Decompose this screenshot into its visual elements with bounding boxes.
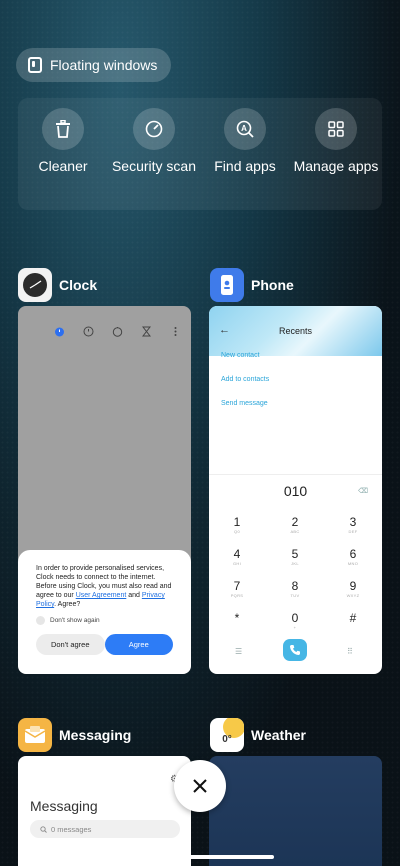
dont-show-again-label: Don't show again <box>50 617 100 624</box>
dont-agree-button[interactable]: Don't agree <box>36 634 105 655</box>
svg-text:A: A <box>241 124 247 133</box>
add-to-contacts-link[interactable]: Add to contacts <box>221 376 269 383</box>
weather-app-icon: 0° <box>210 718 244 752</box>
dial-key-5[interactable]: 5 JKL <box>275 547 315 566</box>
menu-lines-icon[interactable]: ☰ <box>235 647 242 656</box>
phone-app-icon <box>210 268 244 302</box>
send-message-link[interactable]: Send message <box>221 400 268 407</box>
manage-apps-label: Manage apps <box>293 158 379 174</box>
weather-app-preview[interactable] <box>209 756 382 866</box>
dial-key-7[interactable]: 7 PQRS <box>217 579 257 598</box>
trash-icon <box>42 108 84 150</box>
messaging-card-title: Messaging <box>59 727 132 743</box>
find-apps-label: Find apps <box>214 158 276 174</box>
dialed-number: 010 <box>283 483 308 499</box>
security-scan-label: Security scan <box>111 158 197 174</box>
grid-icon <box>315 108 357 150</box>
dialog-message: In order to provide personalised service… <box>36 565 172 608</box>
dialpad-grid-icon[interactable]: ⠿ <box>347 647 353 656</box>
dont-show-again-checkbox[interactable] <box>36 616 45 625</box>
messaging-card-header[interactable]: Messaging <box>18 718 131 752</box>
dial-key-4[interactable]: 4 GHI <box>217 547 257 566</box>
clock-card-title: Clock <box>59 277 98 293</box>
dial-key-star[interactable]: * <box>217 611 257 625</box>
alarm-tab-icon[interactable] <box>52 324 66 338</box>
security-scan-button[interactable]: Security scan <box>109 108 199 175</box>
find-apps-button[interactable]: A Find apps <box>200 108 290 175</box>
dial-key-8[interactable]: 8 TUV <box>275 579 315 598</box>
messages-search-field[interactable]: 0 messages <box>30 820 180 838</box>
phone-card-title: Phone <box>251 277 294 293</box>
backspace-icon[interactable]: ⌫ <box>358 487 368 495</box>
phone-card-header[interactable]: Phone <box>210 268 294 302</box>
dial-key-6[interactable]: 6 MNO <box>333 547 373 566</box>
clock-card-header[interactable]: Clock <box>18 268 97 302</box>
messaging-app-icon <box>18 718 52 752</box>
floating-windows-label: Floating windows <box>50 57 158 73</box>
clock-app-preview[interactable]: In order to provide personalised service… <box>18 306 191 674</box>
dont-show-again-row[interactable]: Don't show again <box>36 616 173 625</box>
cleaner-button[interactable]: Cleaner <box>18 108 108 175</box>
security-gauge-icon <box>133 108 175 150</box>
close-icon <box>193 779 207 793</box>
stopwatch-tab-icon[interactable] <box>110 324 124 338</box>
weather-icon-temp: 0° <box>222 733 232 745</box>
internet-permission-dialog: In order to provide personalised service… <box>18 550 191 674</box>
floating-window-icon <box>28 57 42 73</box>
messaging-title: Messaging <box>30 798 98 814</box>
call-button[interactable] <box>283 639 307 661</box>
dial-key-1[interactable]: 1 Q0 <box>217 515 257 534</box>
phone-handset-icon <box>290 645 300 655</box>
search-placeholder: 0 messages <box>51 824 92 834</box>
timer-tab-icon[interactable] <box>139 324 153 338</box>
dial-key-3[interactable]: 3 DEF <box>333 515 373 534</box>
agree-button[interactable]: Agree <box>104 634 173 655</box>
world-clock-tab-icon[interactable] <box>81 324 95 338</box>
phone-header-banner: ← Recents <box>209 306 382 356</box>
quick-actions-panel: Cleaner Security scan A Find apps Manage… <box>18 98 382 210</box>
clock-tab-bar <box>52 324 182 338</box>
clock-app-icon <box>18 268 52 302</box>
more-options-icon[interactable] <box>168 324 182 338</box>
recents-title: Recents <box>278 326 313 336</box>
dial-key-2[interactable]: 2 ABC <box>275 515 315 534</box>
weather-card-header[interactable]: 0° Weather <box>210 718 306 752</box>
messaging-app-preview[interactable]: ⚙ Messaging 0 messages <box>18 756 191 866</box>
weather-card-title: Weather <box>251 727 306 743</box>
find-apps-icon: A <box>224 108 266 150</box>
clear-all-button[interactable] <box>174 760 226 812</box>
dialpad: 010 ⌫ 1 Q0 2 ABC 3 DEF 4 GHI 5 JKL 6 MNO 7 PQRS… <box>209 474 382 674</box>
home-indicator[interactable] <box>126 855 274 859</box>
phone-app-preview[interactable]: ← Recents New contact Add to contacts Se… <box>209 306 382 674</box>
search-icon <box>40 825 47 833</box>
user-agreement-link[interactable]: User Agreement <box>76 592 127 599</box>
dial-key-9[interactable]: 9 WXYZ <box>333 579 373 598</box>
floating-windows-button[interactable]: Floating windows <box>16 48 172 82</box>
new-contact-link[interactable]: New contact <box>221 352 260 359</box>
cleaner-label: Cleaner <box>38 158 88 174</box>
manage-apps-button[interactable]: Manage apps <box>291 108 381 175</box>
dial-key-0[interactable]: 0 + <box>275 611 315 630</box>
dial-key-hash[interactable]: # <box>333 611 373 625</box>
